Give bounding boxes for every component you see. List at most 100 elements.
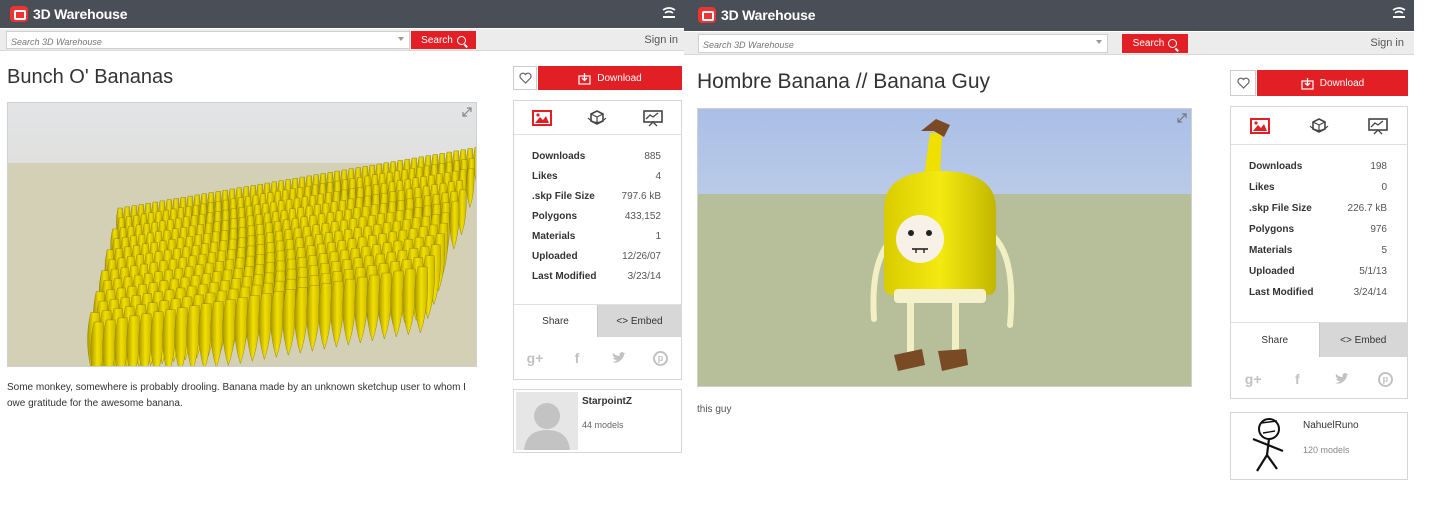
- stat-label: Downloads: [532, 151, 586, 162]
- author-model-count: 120 models: [1303, 445, 1350, 455]
- stat-value: 0: [1381, 182, 1387, 193]
- search-input[interactable]: [7, 34, 377, 50]
- banana-shape: [126, 315, 140, 366]
- search-input[interactable]: [699, 37, 1069, 53]
- download-label: Download: [1319, 77, 1365, 89]
- stat-row-polygons: Polygons 976: [1249, 224, 1387, 245]
- stat-row-file-size: .skp File Size 226.7 kB: [1249, 203, 1387, 224]
- author-name[interactable]: NahuelRuno: [1303, 420, 1359, 431]
- brand-name: 3D Warehouse: [721, 7, 816, 23]
- model-stats-list: Downloads 885 Likes 4 .skp File Size 797.6 …: [532, 151, 661, 291]
- pinterest-icon[interactable]: p: [1377, 371, 1393, 387]
- banana-field-render: [8, 103, 476, 366]
- sign-in-link[interactable]: Sign in: [644, 34, 678, 46]
- search-icon: [1168, 39, 1178, 48]
- stat-row-materials: Materials 1: [532, 231, 661, 251]
- stat-label: Uploaded: [532, 251, 578, 262]
- author-card[interactable]: NahuelRuno 120 models: [1230, 412, 1408, 480]
- model-stats-list: Downloads 198 Likes 0 .skp File Size 226.7 …: [1249, 161, 1387, 308]
- tab-presentation[interactable]: [1366, 115, 1390, 137]
- twitter-icon[interactable]: [611, 350, 627, 366]
- tab-embed[interactable]: <> Embed: [597, 305, 681, 337]
- search-button-label: Search: [421, 34, 453, 46]
- fullscreen-icon[interactable]: [462, 107, 472, 117]
- stat-label: .skp File Size: [1249, 203, 1312, 214]
- stat-value: 797.6 kB: [621, 191, 661, 202]
- search-button[interactable]: Search: [1122, 34, 1188, 53]
- brand-logo[interactable]: 3D Warehouse: [10, 6, 128, 22]
- tab-presentation[interactable]: [641, 107, 665, 129]
- stat-label: Materials: [1249, 245, 1293, 256]
- author-card[interactable]: StarpointZ 44 models: [513, 389, 682, 453]
- image-icon: [531, 109, 552, 126]
- view-mode-tabs: [514, 101, 681, 135]
- tab-image[interactable]: [530, 107, 554, 129]
- rotate-3d-icon: [1309, 117, 1329, 133]
- brand-name: 3D Warehouse: [33, 6, 128, 22]
- model-title: Hombre Banana // Banana Guy: [697, 70, 991, 93]
- model-page-bunch-o-bananas: 3D Warehouse Search Sign in Bunch O' Ban…: [0, 0, 684, 509]
- stat-label: Downloads: [1249, 161, 1303, 172]
- author-name[interactable]: StarpointZ: [582, 396, 632, 407]
- fullscreen-icon[interactable]: [1177, 113, 1187, 123]
- tab-image[interactable]: [1248, 115, 1272, 137]
- model-preview-viewer[interactable]: [697, 108, 1192, 387]
- facebook-icon[interactable]: f: [1289, 371, 1305, 387]
- stat-label: Uploaded: [1249, 266, 1295, 277]
- chevron-down-icon[interactable]: [398, 37, 404, 41]
- model-preview-viewer[interactable]: [7, 102, 477, 367]
- avatar[interactable]: [516, 392, 578, 450]
- stat-row-materials: Materials 5: [1249, 245, 1387, 266]
- stat-value: 12/26/07: [622, 251, 661, 262]
- stat-row-uploaded: Uploaded 12/26/07: [532, 251, 661, 271]
- stat-value: 885: [644, 151, 661, 162]
- search-field[interactable]: [698, 34, 1108, 53]
- tab-embed[interactable]: <> Embed: [1318, 323, 1407, 357]
- model-description: this guy: [697, 404, 732, 415]
- stat-row-last-modified: Last Modified 3/24/14: [1249, 287, 1387, 308]
- warehouse-logo-icon: [698, 7, 716, 23]
- twitter-icon[interactable]: [1334, 371, 1350, 387]
- image-icon: [1250, 117, 1271, 134]
- facebook-icon[interactable]: f: [569, 350, 585, 366]
- stat-value: 3/23/14: [627, 271, 661, 282]
- wifi-menu-icon[interactable]: [662, 6, 676, 20]
- wifi-menu-icon[interactable]: [1392, 6, 1406, 20]
- search-field[interactable]: [6, 31, 410, 50]
- rotate-3d-icon: [588, 109, 607, 125]
- stat-value: 198: [1370, 161, 1387, 172]
- banana-shape: [90, 321, 104, 366]
- like-button[interactable]: [1230, 70, 1256, 96]
- search-bar: Search Sign in: [684, 32, 1414, 55]
- tab-share[interactable]: Share: [1231, 323, 1319, 357]
- search-button[interactable]: Search: [411, 31, 476, 49]
- stat-label: Last Modified: [1249, 287, 1314, 298]
- stat-value: 1: [655, 231, 661, 242]
- download-button[interactable]: Download: [1257, 70, 1408, 96]
- avatar[interactable]: [1233, 415, 1291, 477]
- stat-value: 433,152: [624, 211, 661, 222]
- stat-label: Likes: [1249, 182, 1275, 193]
- model-info-panel: Downloads 885 Likes 4 .skp File Size 797.6 …: [513, 100, 682, 380]
- stat-label: Likes: [532, 171, 558, 182]
- stat-row-downloads: Downloads 885: [532, 151, 661, 171]
- pinterest-icon[interactable]: p: [653, 350, 668, 366]
- tab-3d-view[interactable]: [585, 107, 609, 129]
- download-label: Download: [597, 72, 642, 84]
- tab-share[interactable]: Share: [514, 305, 597, 337]
- brand-logo[interactable]: 3D Warehouse: [698, 7, 816, 23]
- stat-label: Polygons: [532, 211, 578, 222]
- google-plus-icon[interactable]: g+: [527, 350, 544, 366]
- download-button[interactable]: Download: [538, 66, 682, 90]
- like-button[interactable]: [513, 66, 537, 90]
- stat-value: 5: [1381, 245, 1387, 256]
- stat-row-file-size: .skp File Size 797.6 kB: [532, 191, 661, 211]
- download-icon: [578, 72, 591, 85]
- model-info-panel: Downloads 198 Likes 0 .skp File Size 226.7 …: [1230, 106, 1408, 399]
- tab-3d-view[interactable]: [1307, 115, 1331, 137]
- chevron-down-icon[interactable]: [1096, 40, 1102, 44]
- model-description: Some monkey, somewhere is probably drool…: [7, 382, 466, 409]
- sign-in-link[interactable]: Sign in: [1370, 37, 1404, 49]
- google-plus-icon[interactable]: g+: [1245, 371, 1262, 387]
- stat-row-likes: Likes 4: [532, 171, 661, 191]
